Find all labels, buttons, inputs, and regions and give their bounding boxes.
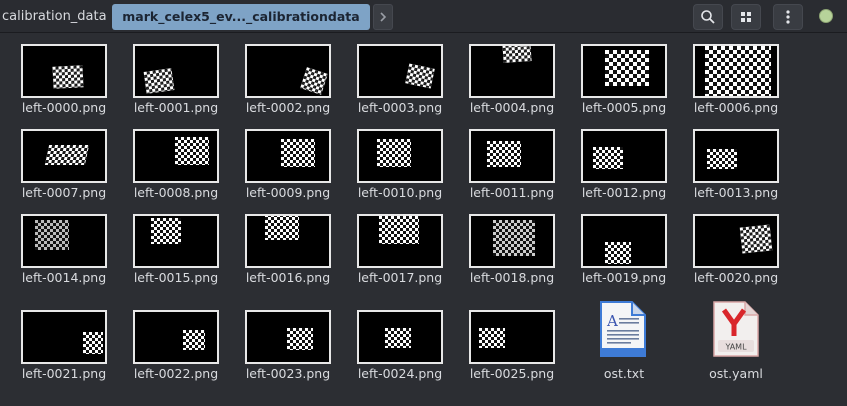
- file-item[interactable]: left-0010.png: [350, 129, 462, 213]
- file-item[interactable]: left-0011.png: [462, 129, 574, 213]
- file-name: left-0002.png: [245, 100, 331, 115]
- file-name: left-0019.png: [581, 270, 667, 285]
- view-mode-button[interactable]: [731, 4, 761, 30]
- file-item[interactable]: left-0025.png: [462, 310, 574, 394]
- breadcrumb-current[interactable]: mark_celex5_ev..._calibrationdata: [112, 4, 370, 30]
- file-name: left-0017.png: [357, 270, 443, 285]
- image-thumbnail: [133, 214, 219, 268]
- menu-dots-icon: [786, 10, 790, 24]
- file-item[interactable]: left-0020.png: [686, 214, 798, 298]
- file-name: left-0012.png: [581, 185, 667, 200]
- file-item[interactable]: left-0022.png: [126, 310, 238, 394]
- file-item[interactable]: left-0006.png: [686, 44, 798, 128]
- file-item[interactable]: left-0013.png: [686, 129, 798, 213]
- image-thumbnail: [469, 129, 555, 183]
- file-name: left-0020.png: [693, 270, 779, 285]
- chevron-right-icon: [380, 12, 387, 22]
- image-thumbnail: [581, 214, 667, 268]
- file-name: left-0009.png: [245, 185, 331, 200]
- file-item[interactable]: left-0001.png: [126, 44, 238, 128]
- file-item[interactable]: left-0017.png: [350, 214, 462, 298]
- search-button[interactable]: [693, 4, 723, 30]
- file-item[interactable]: left-0018.png: [462, 214, 574, 298]
- file-name: left-0006.png: [693, 100, 779, 115]
- file-name: left-0005.png: [581, 100, 667, 115]
- search-icon: [701, 10, 715, 24]
- image-thumbnail: [245, 310, 331, 364]
- file-item[interactable]: YAML ost.yaml: [686, 300, 798, 384]
- image-thumbnail: [21, 44, 107, 98]
- yaml-badge: YAML: [724, 343, 747, 352]
- menu-button[interactable]: [773, 4, 803, 30]
- image-thumbnail: [357, 214, 443, 268]
- file-name: left-0001.png: [133, 100, 219, 115]
- file-name: left-0016.png: [245, 270, 331, 285]
- image-thumbnail: [21, 310, 107, 364]
- path-bar: calibration_data mark_celex5_ev..._calib…: [0, 0, 847, 33]
- image-thumbnail: [245, 44, 331, 98]
- file-name: left-0025.png: [469, 366, 555, 381]
- file-item[interactable]: left-0004.png: [462, 44, 574, 128]
- file-item[interactable]: left-0015.png: [126, 214, 238, 298]
- svg-text:A: A: [606, 312, 618, 330]
- image-thumbnail: [133, 129, 219, 183]
- image-thumbnail: [133, 310, 219, 364]
- image-thumbnail: [357, 310, 443, 364]
- image-thumbnail: [693, 214, 779, 268]
- breadcrumb-parent[interactable]: calibration_data: [0, 4, 108, 30]
- file-item[interactable]: left-0007.png: [14, 129, 126, 213]
- file-name: left-0011.png: [469, 185, 555, 200]
- image-thumbnail: [693, 44, 779, 98]
- file-item[interactable]: left-0023.png: [238, 310, 350, 394]
- file-item[interactable]: left-0021.png: [14, 310, 126, 394]
- file-item[interactable]: left-0002.png: [238, 44, 350, 128]
- file-name: left-0008.png: [133, 185, 219, 200]
- file-grid: left-0000.png left-0001.png left-0002.pn…: [0, 34, 847, 406]
- file-name: ost.txt: [603, 366, 645, 381]
- image-thumbnail: [469, 44, 555, 98]
- file-name: left-0021.png: [21, 366, 107, 381]
- image-thumbnail: [21, 214, 107, 268]
- file-item[interactable]: left-0012.png: [574, 129, 686, 213]
- file-name: left-0024.png: [357, 366, 443, 381]
- file-item[interactable]: left-0016.png: [238, 214, 350, 298]
- file-name: left-0003.png: [357, 100, 443, 115]
- file-name: left-0023.png: [245, 366, 331, 381]
- file-item[interactable]: left-0005.png: [574, 44, 686, 128]
- file-name: left-0004.png: [469, 100, 555, 115]
- image-thumbnail: [133, 44, 219, 98]
- file-name: left-0018.png: [469, 270, 555, 285]
- status-indicator: [819, 9, 833, 23]
- file-name: left-0022.png: [133, 366, 219, 381]
- file-item[interactable]: left-0019.png: [574, 214, 686, 298]
- file-item[interactable]: left-0009.png: [238, 129, 350, 213]
- file-item[interactable]: left-0000.png: [14, 44, 126, 128]
- file-name: ost.yaml: [709, 366, 763, 381]
- file-item[interactable]: left-0008.png: [126, 129, 238, 213]
- breadcrumb-forward-button[interactable]: [373, 4, 393, 30]
- file-item[interactable]: left-0003.png: [350, 44, 462, 128]
- grid-view-icon: [741, 12, 751, 22]
- image-thumbnail: [245, 214, 331, 268]
- text-file-icon: A: [600, 301, 646, 357]
- file-name: left-0013.png: [693, 185, 779, 200]
- image-thumbnail: [469, 310, 555, 364]
- image-thumbnail: [581, 129, 667, 183]
- image-thumbnail: [21, 129, 107, 183]
- file-item[interactable]: A ost.txt: [574, 300, 686, 384]
- yaml-file-icon: YAML: [713, 301, 759, 357]
- file-name: left-0010.png: [357, 185, 443, 200]
- image-thumbnail: [357, 129, 443, 183]
- file-item[interactable]: left-0014.png: [14, 214, 126, 298]
- file-name: left-0014.png: [21, 270, 107, 285]
- file-name: left-0015.png: [133, 270, 219, 285]
- file-item[interactable]: left-0024.png: [350, 310, 462, 394]
- image-thumbnail: [581, 44, 667, 98]
- file-name: left-0000.png: [21, 100, 107, 115]
- image-thumbnail: [469, 214, 555, 268]
- file-name: left-0007.png: [21, 185, 107, 200]
- image-thumbnail: [357, 44, 443, 98]
- image-thumbnail: [693, 129, 779, 183]
- image-thumbnail: [245, 129, 331, 183]
